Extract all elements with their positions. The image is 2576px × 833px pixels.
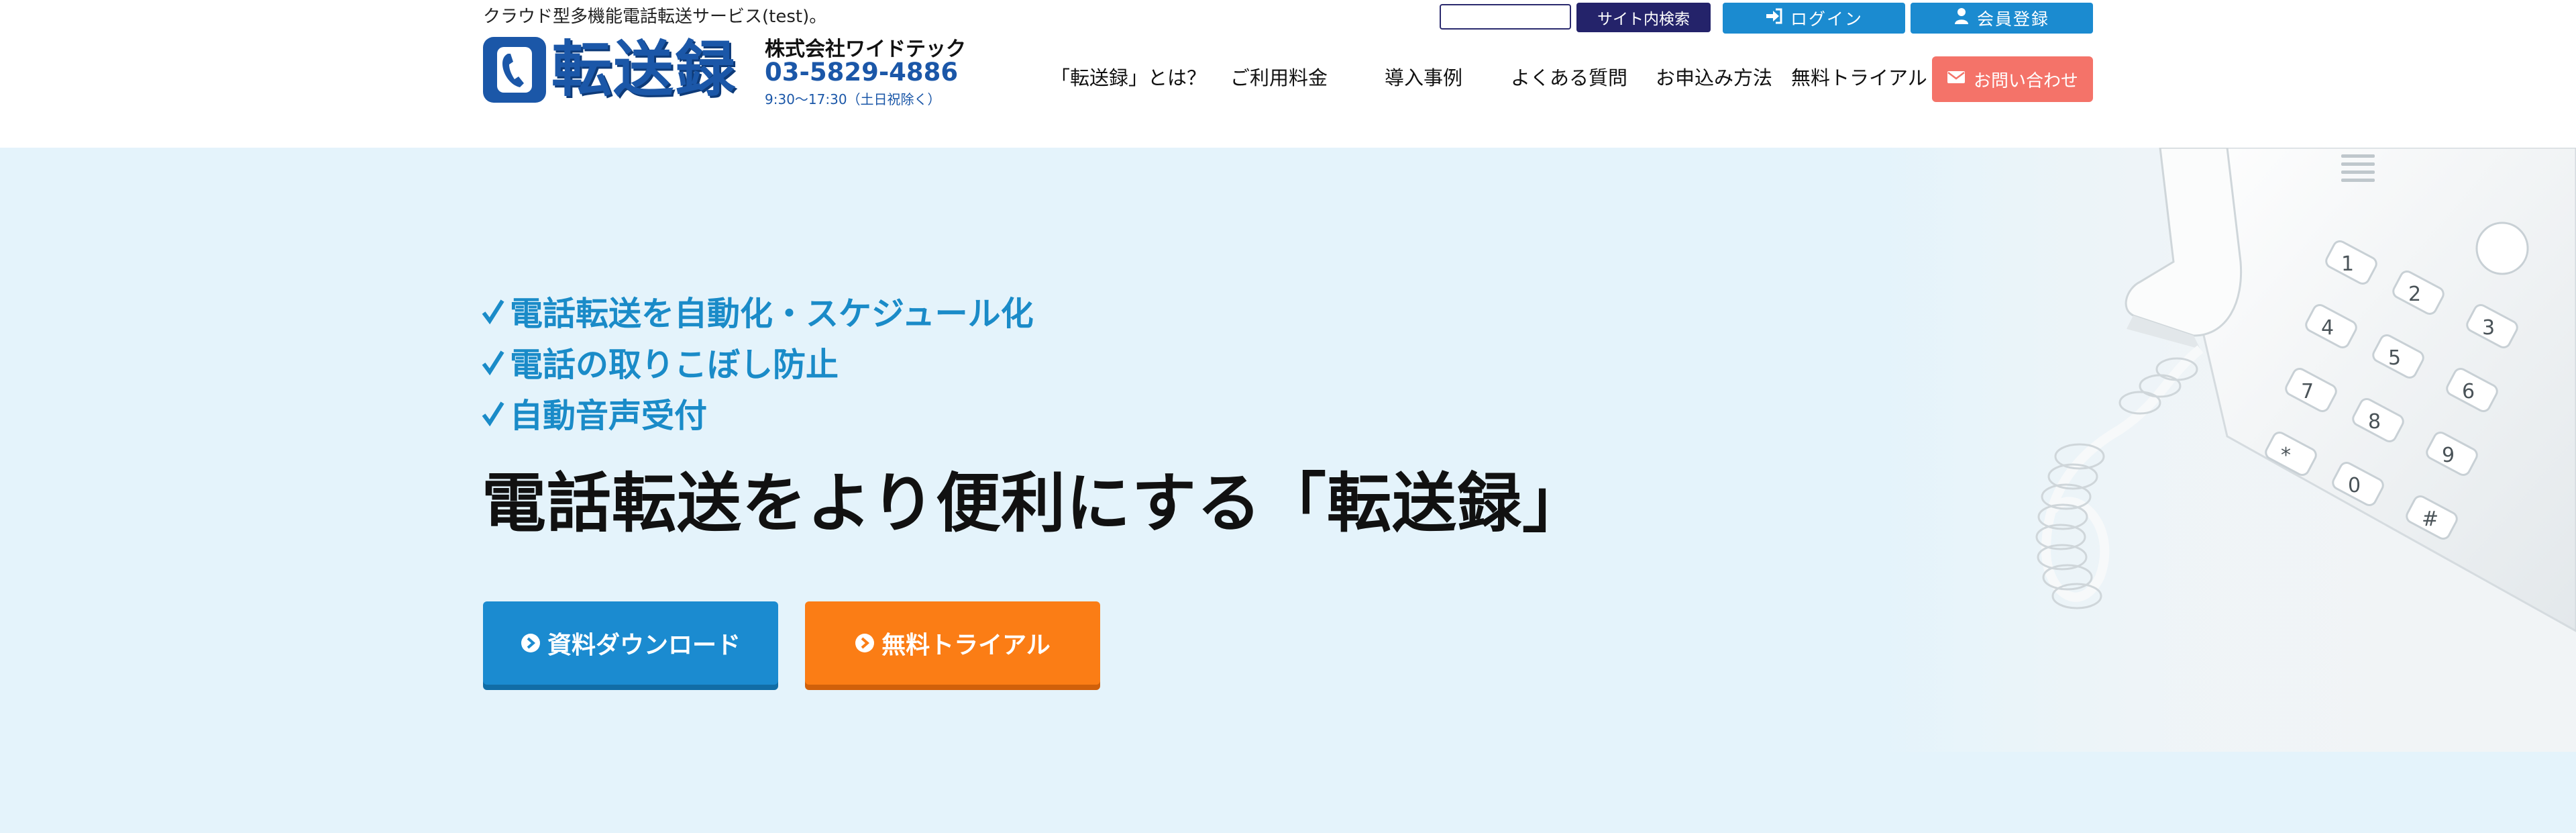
svg-text:6: 6 xyxy=(2462,380,2475,403)
envelope-icon xyxy=(1947,69,1966,89)
nav-item-apply[interactable]: お申込み方法 xyxy=(1656,66,1772,90)
site-logo[interactable]: 転送録 xyxy=(483,35,737,105)
check-icon xyxy=(482,391,504,442)
free-trial-button[interactable]: 無料トライアル xyxy=(805,601,1100,685)
nav-item-cases[interactable]: 導入事例 xyxy=(1385,66,1462,90)
sign-in-icon xyxy=(1765,8,1782,28)
feature-item: 電話の取りこぼし防止 xyxy=(482,340,1034,391)
free-trial-label: 無料トライアル xyxy=(881,632,1051,659)
business-hours: 9:30〜17:30（土日祝除く） xyxy=(765,91,941,107)
feature-text: 電話の取りこぼし防止 xyxy=(510,346,839,384)
svg-text:9: 9 xyxy=(2442,444,2455,467)
check-icon xyxy=(482,340,504,391)
hero-headline: 電話転送をより便利にする「転送録」 xyxy=(482,466,1588,541)
site-search-label: サイト内検索 xyxy=(1597,11,1690,28)
feature-list: 電話転送を自動化・スケジュール化 電話の取りこぼし防止 自動音声受付 xyxy=(482,289,1034,442)
login-label: ログイン xyxy=(1790,9,1863,29)
svg-text:#: # xyxy=(2422,507,2438,531)
feature-text: 電話転送を自動化・スケジュール化 xyxy=(510,295,1034,333)
svg-text:0: 0 xyxy=(2348,474,2361,497)
chevron-circle-right-icon xyxy=(521,633,541,653)
svg-text:2: 2 xyxy=(2408,283,2421,306)
feature-text: 自動音声受付 xyxy=(510,397,708,435)
check-icon xyxy=(482,289,504,340)
site-header: クラウド型多機能電話転送サービス(test)。 転送録 株式会社ワイドテック 0… xyxy=(0,0,2576,148)
nav-item-trial[interactable]: 無料トライアル xyxy=(1791,66,1927,90)
download-docs-label: 資料ダウンロード xyxy=(547,632,741,659)
svg-text:1: 1 xyxy=(2341,252,2354,276)
login-button[interactable]: ログイン xyxy=(1723,3,1905,34)
download-docs-button[interactable]: 資料ダウンロード xyxy=(483,601,778,685)
svg-text:4: 4 xyxy=(2321,316,2334,340)
svg-text:5: 5 xyxy=(2388,346,2401,370)
site-tagline: クラウド型多機能電話転送サービス(test)。 xyxy=(483,7,827,27)
svg-text:8: 8 xyxy=(2368,410,2381,434)
logo-text: 転送録 xyxy=(551,34,737,105)
register-button[interactable]: 会員登録 xyxy=(1911,3,2093,34)
svg-text:7: 7 xyxy=(2301,380,2314,403)
site-search-button[interactable]: サイト内検索 xyxy=(1576,3,1711,32)
feature-item: 電話転送を自動化・スケジュール化 xyxy=(482,289,1034,340)
nav-item-pricing[interactable]: ご利用料金 xyxy=(1230,66,1328,90)
phone-handset-icon xyxy=(483,37,546,103)
svg-text:3: 3 xyxy=(2482,316,2495,340)
site-search-input[interactable] xyxy=(1440,4,1571,30)
user-icon xyxy=(1954,7,1969,29)
svg-text:*: * xyxy=(2281,444,2291,467)
nav-item-faq[interactable]: よくある質問 xyxy=(1511,66,1627,90)
chevron-circle-right-icon xyxy=(855,633,875,653)
hero-section: 123 456 789 * 0 # 電話転送を自動化・スケジュール化 電話の取り… xyxy=(0,148,2576,833)
contact-label: お問い合わせ xyxy=(1973,70,2078,91)
register-label: 会員登録 xyxy=(1976,9,2049,29)
phone-number: 03-5829-4886 xyxy=(765,58,959,87)
feature-item: 自動音声受付 xyxy=(482,391,1034,442)
telephone-image: 1 2 3 4 5 6 7 8 9 * 0 # xyxy=(1878,148,2576,752)
nav-item-about[interactable]: 「転送録」とは？ xyxy=(1051,66,1206,90)
contact-button[interactable]: お問い合わせ xyxy=(1932,56,2093,102)
